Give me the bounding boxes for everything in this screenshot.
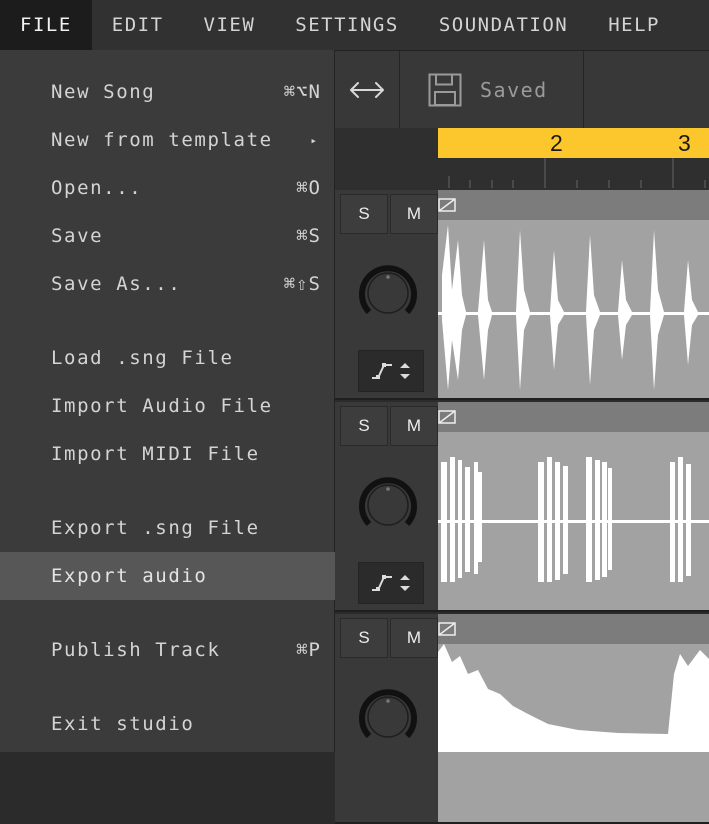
up-down-icon: [400, 575, 410, 591]
clip-header[interactable]: [438, 402, 709, 432]
menu-soundation[interactable]: SOUNDATION: [419, 0, 588, 50]
save-status-label: Saved: [480, 78, 548, 102]
menu-item-new-from-template[interactable]: New from template ▸: [0, 116, 335, 164]
audio-clip[interactable]: [438, 190, 709, 400]
menu-item-label: Save: [51, 225, 104, 247]
menu-item-label: Load .sng File: [51, 347, 234, 369]
menu-item-shortcut: ⌘O: [296, 177, 321, 199]
menu-item-publish-track[interactable]: Publish Track ⌘P: [0, 626, 335, 674]
menu-item-export-sng[interactable]: Export .sng File: [0, 504, 335, 552]
menu-item-import-audio[interactable]: Import Audio File: [0, 382, 335, 430]
menu-settings[interactable]: SETTINGS: [275, 0, 419, 50]
volume-knob-icon[interactable]: [357, 474, 419, 536]
menu-item-label: Exit studio: [51, 713, 195, 735]
horizontal-arrows-icon: [350, 82, 384, 98]
menu-item-shortcut: ⌘S: [296, 225, 321, 247]
menu-item-load-sng[interactable]: Load .sng File: [0, 334, 335, 382]
waveform: [438, 644, 709, 752]
menu-item-export-audio[interactable]: Export audio: [0, 552, 335, 600]
bar-number: 3: [678, 130, 691, 156]
menu-item-label: Publish Track: [51, 639, 221, 661]
menu-view[interactable]: VIEW: [184, 0, 276, 50]
solo-button[interactable]: S: [340, 618, 388, 658]
track-controls: S M: [335, 402, 438, 612]
clip-header[interactable]: [438, 190, 709, 220]
menu-item-shortcut: ⌘⌥N: [283, 81, 321, 103]
up-down-icon: [400, 363, 410, 379]
loop-region[interactable]: 2 3: [438, 128, 709, 158]
solo-button[interactable]: S: [340, 194, 388, 234]
menu-item-new-song[interactable]: New Song ⌘⌥N: [0, 68, 335, 116]
clip-fold-icon: [438, 410, 456, 424]
clip-header[interactable]: [438, 614, 709, 644]
timeline-ruler[interactable]: 2 3: [438, 128, 709, 190]
menu-item-label: Import Audio File: [51, 395, 273, 417]
mute-button[interactable]: M: [390, 194, 438, 234]
audio-clip[interactable]: [438, 402, 709, 612]
save-status-button[interactable]: Saved: [400, 51, 584, 129]
ruler-ticks: [448, 158, 706, 188]
floppy-disk-icon: [428, 73, 462, 107]
fit-width-button[interactable]: [335, 51, 400, 129]
menu-help[interactable]: HELP: [588, 0, 680, 50]
mute-button[interactable]: M: [390, 406, 438, 446]
menu-item-label: Export .sng File: [51, 517, 260, 539]
automation-selector[interactable]: [358, 350, 424, 392]
menu-item-save[interactable]: Save ⌘S: [0, 212, 335, 260]
volume-knob-icon[interactable]: [357, 686, 419, 748]
menu-bar: FILE EDIT VIEW SETTINGS SOUNDATION HELP: [0, 0, 709, 50]
clip-fold-icon: [438, 198, 456, 212]
submenu-arrow-icon: ▸: [310, 133, 317, 147]
menu-item-label: New Song: [51, 81, 156, 103]
track-controls: S M: [335, 614, 438, 824]
waveform: [438, 225, 709, 390]
volume-knob-icon[interactable]: [357, 262, 419, 324]
audio-clip[interactable]: [438, 614, 709, 824]
menu-item-save-as[interactable]: Save As... ⌘⇧S: [0, 260, 335, 308]
track-header-top: [335, 128, 438, 190]
menu-item-open[interactable]: Open... ⌘O: [0, 164, 335, 212]
menu-item-import-midi[interactable]: Import MIDI File: [0, 430, 335, 478]
waveform: [438, 457, 709, 582]
toolbar: Saved: [335, 50, 709, 129]
menu-item-label: Save As...: [51, 273, 182, 295]
solo-button[interactable]: S: [340, 406, 388, 446]
automation-curve-icon: [372, 363, 392, 379]
clip-fold-icon: [438, 622, 456, 636]
menu-item-exit-studio[interactable]: Exit studio: [0, 700, 335, 748]
bar-number: 2: [550, 130, 563, 156]
mute-button[interactable]: M: [390, 618, 438, 658]
menu-item-label: Export audio: [51, 565, 208, 587]
automation-curve-icon: [372, 575, 392, 591]
menu-item-shortcut: ⌘⇧S: [283, 273, 321, 295]
track-controls: S M: [335, 190, 438, 400]
menu-item-label: New from template: [51, 129, 273, 151]
automation-selector[interactable]: [358, 562, 424, 604]
menu-edit[interactable]: EDIT: [92, 0, 184, 50]
menu-item-label: Open...: [51, 177, 143, 199]
menu-item-shortcut: ⌘P: [296, 639, 321, 661]
file-menu-dropdown: New Song ⌘⌥N New from template ▸ Open...…: [0, 50, 335, 752]
menu-item-label: Import MIDI File: [51, 443, 260, 465]
menu-file[interactable]: FILE: [0, 0, 92, 50]
